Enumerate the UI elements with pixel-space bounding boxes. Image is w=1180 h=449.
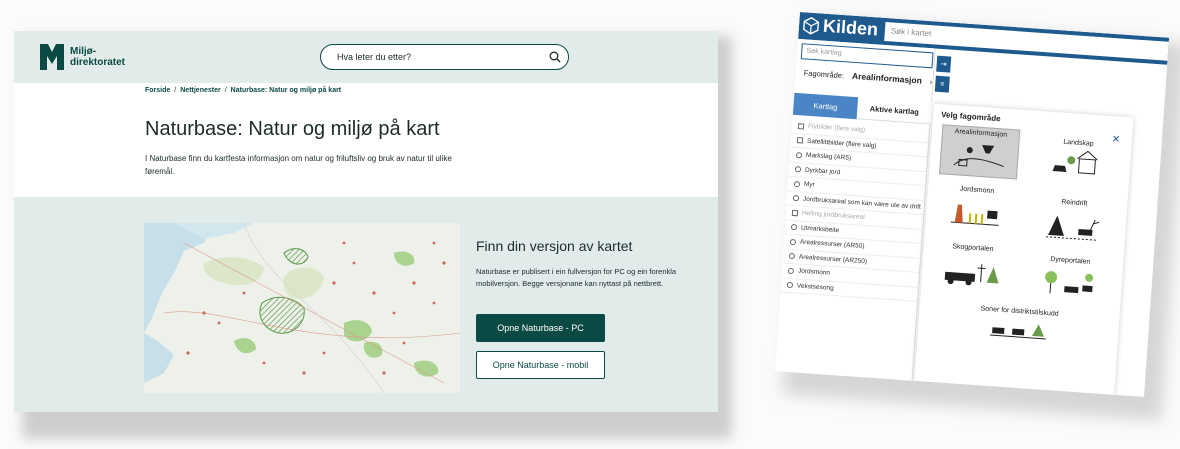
layer-label: Jordsmonn — [797, 267, 831, 277]
site-search[interactable]: Hva leter du etter? — [320, 44, 569, 70]
breadcrumb-separator: / — [224, 87, 227, 94]
tile-skogportalen[interactable]: Skogportalen — [931, 240, 1012, 295]
expand-icon[interactable] — [789, 238, 797, 246]
tab-kartlag[interactable]: Kartlag — [792, 92, 859, 120]
layer-list: Flybilder (flere valg) Satellittbilder (f… — [780, 118, 931, 302]
site-logo[interactable]: Miljø- direktoratet — [40, 44, 125, 70]
fagomrade-value: Arealinformasjon — [851, 70, 923, 86]
soil-icon — [950, 204, 999, 226]
site-header: Miljø- direktoratet Hva leter du etter? — [14, 31, 718, 83]
breadcrumb-current: Naturbase: Natur og miljø på kart — [230, 87, 342, 94]
checkbox-icon[interactable] — [796, 137, 804, 144]
expand-icon[interactable] — [787, 267, 795, 274]
breadcrumb: Forside / Nettjenester / Naturbase: Natu… — [145, 87, 341, 94]
sidebar-toggle-buttons: ⇥ ≡ — [934, 55, 952, 93]
tools-button[interactable]: ≡ — [934, 75, 950, 93]
chevron-right-icon: › — [929, 76, 933, 86]
animal-icon — [1045, 271, 1094, 294]
layer-label: Markslag (AR5) — [805, 152, 852, 163]
app-title: Kilden — [822, 15, 879, 40]
tile-reindrift[interactable]: Reindrift — [1032, 195, 1113, 250]
breadcrumb-separator: / — [174, 87, 177, 94]
tile-dyreportalen[interactable]: Dyreportalen — [1028, 253, 1109, 308]
cta-title: Finn din versjon av kartet — [476, 238, 633, 254]
expand-icon[interactable] — [795, 151, 803, 159]
checkbox-icon[interactable] — [791, 209, 799, 217]
search-icon[interactable] — [542, 45, 568, 69]
kilden-logo-icon — [802, 16, 820, 40]
naturbase-page: Miljø- direktoratet Hva leter du etter? … — [14, 31, 718, 412]
expand-icon[interactable] — [792, 195, 800, 202]
tile-arealinformasjon[interactable]: Arealinformasjon — [939, 124, 1021, 180]
popup-title: Velg fagområde — [940, 110, 1001, 124]
collapse-sidebar-button[interactable]: ⇥ — [936, 55, 952, 73]
reindeer-icon — [1045, 215, 1100, 241]
layer-label: Satellittbilder (flere valg) — [806, 137, 877, 150]
area-info-icon — [953, 145, 1004, 168]
expand-icon[interactable] — [786, 282, 794, 289]
expand-icon[interactable] — [793, 180, 801, 188]
open-naturbase-mobil-button[interactable]: Opne Naturbase - mobil — [476, 351, 605, 379]
kilden-app: Kilden Søk i kartet Søk kartlag Fagområd… — [774, 12, 1170, 397]
layer-label: Arealressurser (AR50) — [799, 238, 865, 251]
expand-icon[interactable] — [788, 253, 796, 260]
layer-search-input[interactable]: Søk kartlag — [800, 43, 934, 69]
layer-label: Arealressurser (AR250) — [798, 253, 868, 266]
forest-icon — [944, 264, 999, 286]
tile-jordsmonn[interactable]: Jordsmonn — [935, 182, 1016, 237]
fagomrade-selector[interactable]: Fagområde: Arealinformasjon › — [803, 67, 932, 86]
page-title: Naturbase: Natur og miljø på kart — [145, 118, 440, 140]
tile-landskap[interactable]: Landskap — [1037, 135, 1118, 190]
fagomrade-popup: Velg fagområde ✕ Arealinformasjon Landsk… — [914, 103, 1134, 395]
layer-label: Myr — [803, 180, 816, 189]
logo-mark-icon — [40, 44, 64, 70]
expand-icon[interactable] — [794, 166, 802, 173]
landscape-icon — [1052, 150, 1098, 175]
layer-sidebar: Søk kartlag Fagområde: Arealinformasjon … — [774, 38, 936, 381]
breadcrumb-item[interactable]: Nettjenester — [180, 87, 220, 94]
checkbox-icon[interactable] — [797, 122, 805, 130]
map-preview-image — [144, 223, 460, 393]
logo-text: Miljø- direktoratet — [70, 46, 126, 68]
stage: Miljø- direktoratet Hva leter du etter? … — [0, 0, 1180, 449]
layer-label: Helling jordbruksareal — [801, 209, 865, 222]
layer-label: Flybilder (flere valg) — [807, 123, 866, 135]
expand-icon[interactable] — [790, 224, 798, 231]
layer-label: Dyrkbar jord — [804, 166, 841, 176]
fagomrade-label: Fagområde: — [803, 67, 845, 80]
tile-soner-for-distriktstilskudd[interactable]: Soner for distriktstilskudd — [975, 303, 1062, 359]
cta-text: Naturbase er publisert i ein fullversjon… — [476, 267, 677, 288]
page-intro: I Naturbase finn du kartfesta informasjo… — [145, 154, 452, 176]
breadcrumb-item[interactable]: Forside — [145, 87, 170, 94]
layer-label: Utmarksbeite — [800, 224, 840, 235]
open-naturbase-pc-button[interactable]: Opne Naturbase - PC — [476, 314, 605, 342]
search-input[interactable]: Hva leter du etter? — [337, 52, 542, 62]
tab-aktive-kartlag[interactable]: Aktive kartlag — [856, 97, 933, 125]
district-zones-icon — [989, 324, 1046, 340]
layer-label: Vekstsesong — [796, 282, 834, 292]
